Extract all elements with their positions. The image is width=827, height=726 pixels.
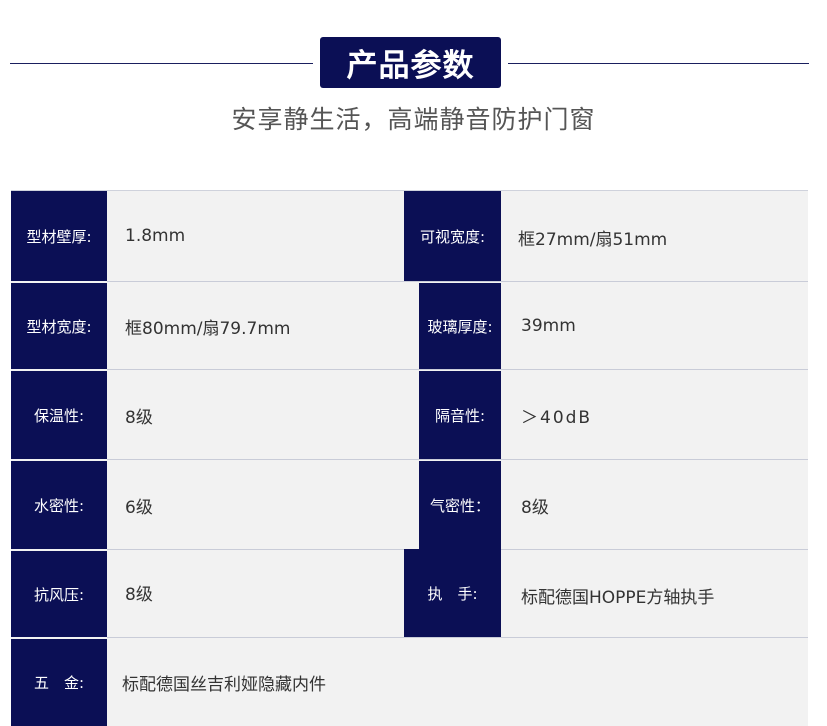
title-rule-left [10, 63, 313, 64]
title-rule-right [508, 63, 809, 64]
spec-label-wind-pressure: 抗风压: [11, 551, 107, 637]
spec-value-insulation: 8级 [125, 407, 153, 428]
spec-table: 型材壁厚: 1.8mm 可视宽度: 框27mm/扇51mm 型材宽度: 框80m… [11, 190, 808, 726]
spec-label-hardware: 五 金: [11, 639, 107, 726]
section-subtitle: 安享静生活，高端静音防护门窗 [231, 105, 596, 134]
spec-value-water-tightness: 6级 [125, 497, 153, 518]
row-divider [107, 369, 808, 370]
spec-value-sound-insulation: ＞40dB [521, 407, 593, 428]
spec-value-glass-thickness: 39mm [521, 316, 576, 336]
spec-label-handle: 执 手: [404, 549, 501, 637]
spec-value-wind-pressure: 8级 [125, 584, 153, 605]
spec-label-profile-thickness: 型材壁厚: [11, 191, 107, 281]
spec-label-profile-width: 型材宽度: [11, 283, 107, 369]
section-title-text: 产品参数 [346, 48, 475, 84]
spec-value-profile-thickness: 1.8mm [125, 226, 186, 246]
spec-label-sound-insulation: 隔音性: [419, 371, 501, 459]
spec-label-water-tightness: 水密性: [11, 461, 107, 549]
spec-value-handle: 标配德国HOPPE方轴执手 [521, 587, 715, 608]
spec-value-hardware: 标配德国丝吉利娅隐藏内件 [122, 675, 326, 695]
row-divider [107, 281, 808, 282]
spec-label-insulation: 保温性: [11, 371, 107, 459]
section-title: 产品参数 [320, 37, 501, 88]
spec-value-visible-width: 框27mm/扇51mm [518, 229, 668, 250]
spec-label-visible-width: 可视宽度: [404, 191, 501, 281]
spec-label-glass-thickness: 玻璃厚度: [419, 283, 501, 369]
spec-value-profile-width: 框80mm/扇79.7mm [125, 318, 291, 339]
spec-value-air-tightness: 8级 [521, 497, 549, 518]
spec-label-air-tightness: 气密性： [419, 461, 501, 549]
row-divider [107, 459, 808, 460]
row-divider [107, 637, 808, 638]
